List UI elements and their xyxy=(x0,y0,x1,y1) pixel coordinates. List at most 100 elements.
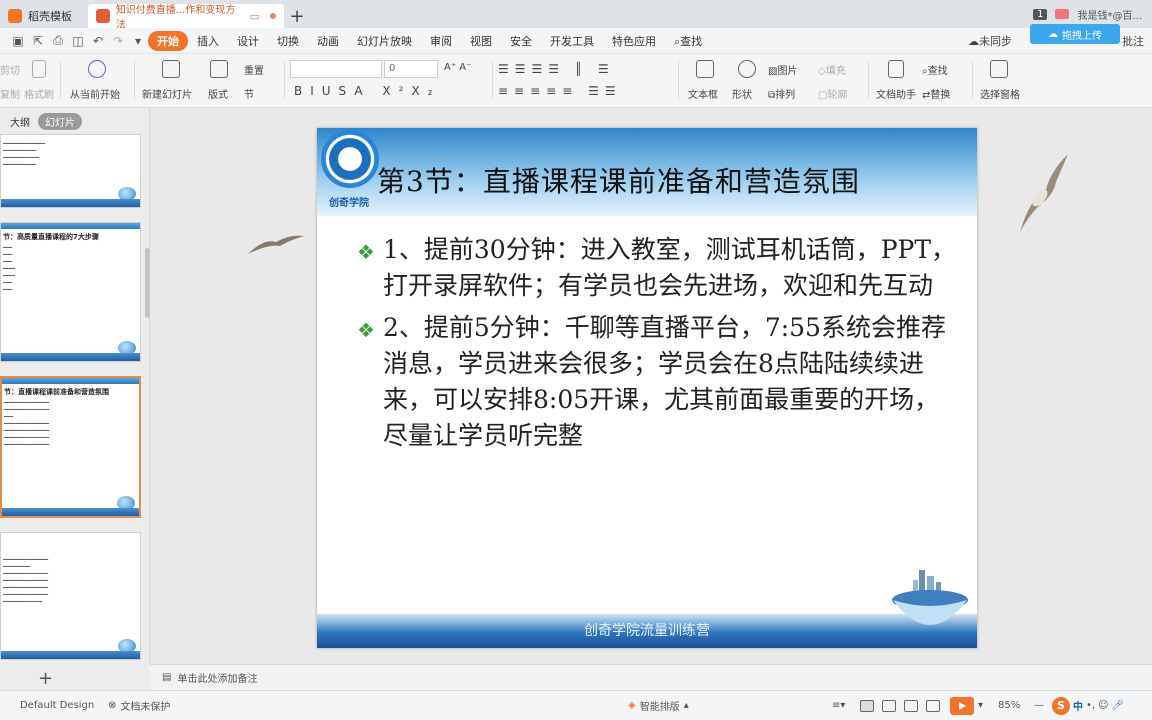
slide-thumbnail-3[interactable]: 节：直播课程课前准备和营造氛围 ━━━━━━━━━━━━━━━ ━━━━━━━━… xyxy=(0,376,141,518)
new-tab-button[interactable]: + xyxy=(284,4,310,28)
format-painter-icon xyxy=(32,60,46,78)
smart-layout-button[interactable]: ◈ 智能排版 ▴ xyxy=(628,698,689,713)
thumb-text: ━━━━━━━━━━━━━━━ xyxy=(3,585,49,591)
menu-security[interactable]: 安全 xyxy=(501,33,541,49)
align-buttons[interactable]: ≡≡≡≡≡ ☰☰ xyxy=(498,84,622,98)
copy-button[interactable]: 复制 xyxy=(0,86,20,101)
slide[interactable]: 创奇学院 第3节：直播课程课前准备和营造氛围 ❖ 1、提前30分钟：进入教室，测… xyxy=(317,128,977,648)
comment-button[interactable]: 批注 xyxy=(1122,33,1144,49)
sogou-icon: S xyxy=(1052,696,1070,715)
menu-slideshow[interactable]: 幻灯片放映 xyxy=(348,33,421,49)
thumb-text: ━━━━ xyxy=(3,273,16,279)
cut-button[interactable]: 剪切 xyxy=(0,62,20,77)
menu-developer[interactable]: 开发工具 xyxy=(541,33,603,49)
slide-thumbnail-4[interactable]: ━━━━━━━━━━━━━━━ ━━━━━━━━━ ━━━━━━━━━━━━━━… xyxy=(0,532,141,660)
print-icon[interactable]: ⎙ xyxy=(48,31,68,51)
sorter-view-icon[interactable] xyxy=(882,699,896,712)
thumb-text: ━━━ xyxy=(3,287,13,293)
reset-button[interactable]: 重置 xyxy=(244,62,264,77)
zoom-out-button[interactable]: — xyxy=(1034,700,1044,711)
play-icon xyxy=(950,696,974,715)
protect-status[interactable]: ⊗ 文档未保护 xyxy=(108,698,170,713)
zoom-level[interactable]: 85% xyxy=(998,700,1020,711)
slideshow-button[interactable]: ▾ xyxy=(950,696,983,715)
protect-label: 文档未保护 xyxy=(120,702,171,713)
find-button[interactable]: ⌕查找 xyxy=(922,62,948,77)
tab-daoke-template[interactable]: 稻壳模板 xyxy=(0,4,88,28)
thumb-text: ━━━━━━━━━━━━━━━ xyxy=(4,400,50,406)
new-slide-button[interactable]: 新建幻灯片 xyxy=(142,86,192,101)
slide-canvas: 创奇学院 第3节：直播课程课前准备和营造氛围 ❖ 1、提前30分钟：进入教室，测… xyxy=(150,108,1152,664)
divider xyxy=(972,60,973,100)
list-buttons[interactable]: ☰☰☰☰ ║ ☰ xyxy=(498,62,615,76)
doc-assistant-button[interactable]: 文档助手 xyxy=(876,86,916,101)
menu-insert[interactable]: 插入 xyxy=(188,33,228,49)
tab-outline[interactable]: 大纲 xyxy=(10,114,30,129)
thumb-footer xyxy=(1,199,140,207)
avatar[interactable] xyxy=(1055,9,1070,19)
smart-layout-icon: ◈ xyxy=(628,700,636,711)
thumb-footer xyxy=(2,508,139,516)
slide-title[interactable]: 第3节：直播课程课前准备和营造氛围 xyxy=(377,160,860,200)
undo-icon[interactable]: ↶ xyxy=(88,31,108,51)
slide-body[interactable]: ❖ 1、提前30分钟：进入教室，测试耳机话筒，PPT，打开录屏软件；有学员也会先… xyxy=(357,232,957,460)
slide-thumbnail-2[interactable]: 节：高质量直播课程的7大步骤 ━━━ ━━━ ━━━ ━━━━ ━━━━ ━━━… xyxy=(0,222,141,362)
bullet-icon: ❖ xyxy=(357,318,375,342)
outline-button[interactable]: ▢轮廓 xyxy=(818,86,847,101)
export-icon[interactable]: ⇱ xyxy=(28,31,48,51)
shape-button[interactable]: 形状 xyxy=(732,86,752,101)
fill-button[interactable]: ◇填充 xyxy=(818,62,846,77)
divider xyxy=(678,60,679,100)
slide-thumbnail-1[interactable]: ━━━━━━━━━━━━━━ ━━━━━━━━━━━ ━━━━━━━━━━━━ … xyxy=(0,134,141,208)
bullet-text: 2、提前5分钟：千聊等直播平台，7:55系统会推荐消息，学员进来会很多；学员会在… xyxy=(383,313,946,450)
format-painter-button[interactable]: 格式刷 xyxy=(24,86,54,101)
from-current-button[interactable]: 从当前开始 xyxy=(70,86,120,101)
user-name[interactable]: 我是钱*@百... xyxy=(1077,7,1142,22)
section-button[interactable]: 节 xyxy=(244,86,254,101)
monitor-icon[interactable]: ▭ xyxy=(250,10,260,23)
preview-icon[interactable]: ◫ xyxy=(68,31,88,51)
sync-status[interactable]: ☁未同步 xyxy=(968,33,1012,49)
normal-view-icon[interactable] xyxy=(860,699,874,712)
thumb-text: ━━━━━━━━━━━━━━━ xyxy=(4,407,50,413)
font-size-select[interactable]: 0 xyxy=(384,60,438,78)
chevron-down-icon[interactable]: ▾ xyxy=(128,31,148,51)
notes-view-icon[interactable] xyxy=(926,699,940,712)
select-pane-button[interactable]: 选择窗格 xyxy=(980,86,1020,101)
tab-current-document[interactable]: 知识付费直播...作和变现方法 ▭ xyxy=(88,4,284,31)
thumb-text: ━━━━━━━━━━━━━━━ xyxy=(3,557,49,563)
picture-button[interactable]: ▨图片 xyxy=(768,62,797,77)
add-slide-button[interactable]: + xyxy=(38,668,53,689)
design-name[interactable]: Default Design xyxy=(20,700,94,711)
text-style-buttons[interactable]: BIUSA X²X₂ xyxy=(294,84,440,98)
ribbon-toolbar: 剪切 复制 格式刷 从当前开始 新建幻灯片 版式 重置 节 0 A⁺ A⁻ BI… xyxy=(0,54,1152,108)
notes-bar[interactable]: ▤ 单击此处添加备注 xyxy=(150,664,1152,690)
thumb-text: ━━━━━━━━━━━━━ xyxy=(3,599,43,605)
save-icon[interactable]: ▣ xyxy=(8,31,28,51)
menu-features[interactable]: 特色应用 xyxy=(603,33,665,49)
title-bar: 稻壳模板 知识付费直播...作和变现方法 ▭ + 1 我是钱*@百... xyxy=(0,0,1152,31)
menu-search[interactable]: ⌕查找 xyxy=(665,33,711,49)
align-icon[interactable]: ≡▾ xyxy=(832,700,845,711)
layout-button[interactable]: 版式 xyxy=(208,86,228,101)
grow-font-icon[interactable]: A⁺ A⁻ xyxy=(444,62,471,73)
notes-placeholder[interactable]: 单击此处添加备注 xyxy=(177,670,257,685)
arrange-button[interactable]: ⧉排列 xyxy=(768,86,795,101)
menu-review[interactable]: 审阅 xyxy=(421,33,461,49)
replace-button[interactable]: ⇄替换 xyxy=(922,86,950,101)
find-label: 查找 xyxy=(927,66,948,77)
menu-home[interactable]: 开始 xyxy=(148,30,188,51)
ime-toolbar[interactable]: S 中 •, ☺ 🎤︎ xyxy=(1052,696,1124,715)
menu-view[interactable]: 视图 xyxy=(461,33,501,49)
menu-design[interactable]: 设计 xyxy=(228,33,268,49)
punct-icon: •, xyxy=(1086,700,1096,711)
font-name-select[interactable] xyxy=(290,60,382,78)
upload-button[interactable]: ☁ 拖拽上传 xyxy=(1030,24,1120,44)
outline-label: 轮廓 xyxy=(827,90,848,101)
reading-view-icon[interactable] xyxy=(904,699,918,712)
textbox-button[interactable]: 文本框 xyxy=(688,86,718,101)
tab-slides[interactable]: 幻灯片 xyxy=(38,112,82,130)
menu-animation[interactable]: 动画 xyxy=(308,33,348,49)
redo-icon[interactable]: ↷ xyxy=(108,31,128,51)
menu-transition[interactable]: 切换 xyxy=(268,33,308,49)
